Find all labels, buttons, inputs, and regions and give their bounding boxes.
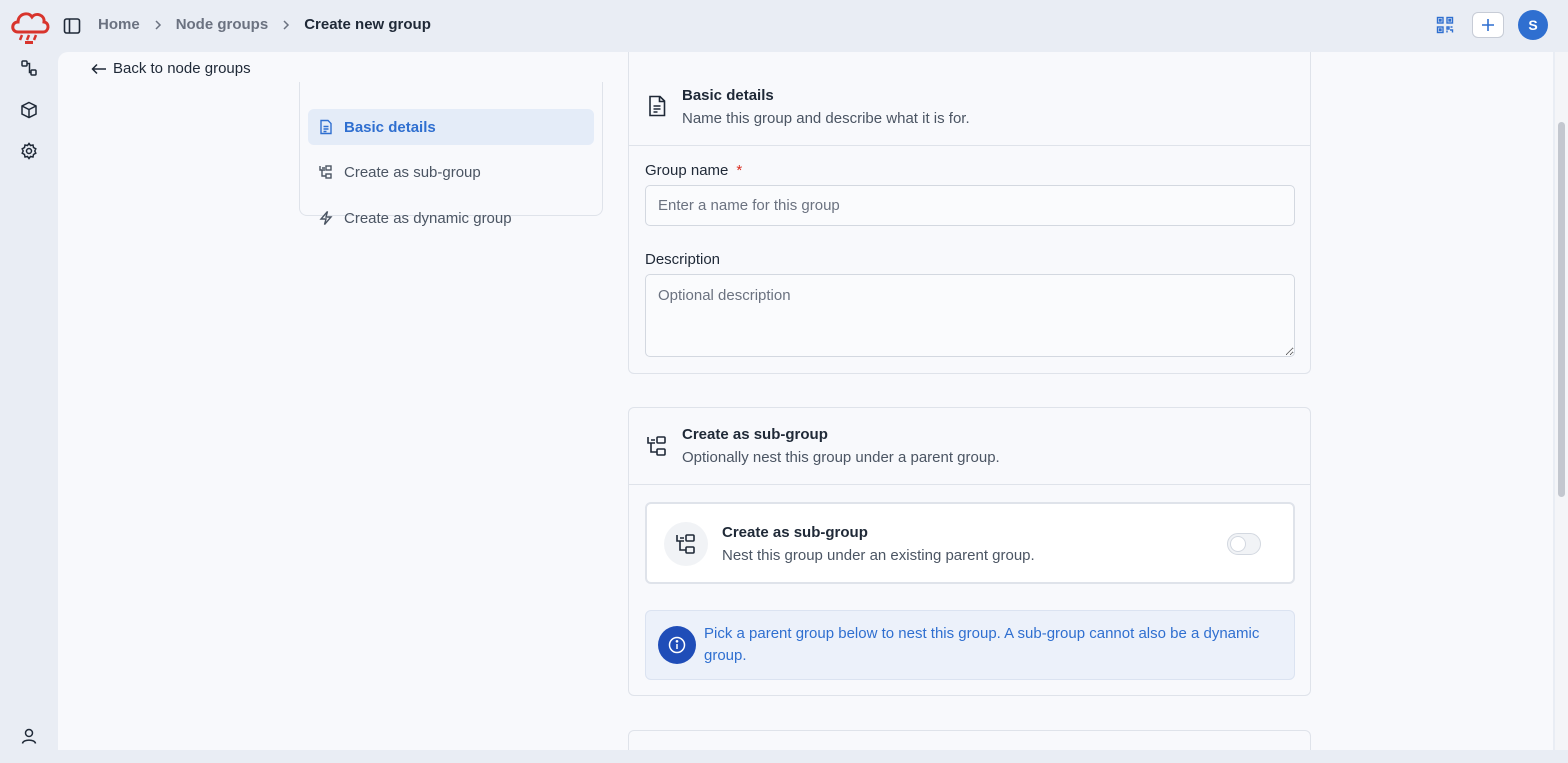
top-bar: Home Node groups Create new group S bbox=[0, 0, 1568, 52]
flows-icon[interactable] bbox=[19, 58, 39, 78]
hierarchy-icon bbox=[645, 434, 669, 458]
back-link-label: Back to node groups bbox=[113, 60, 251, 77]
basic-details-title: Basic details bbox=[682, 87, 774, 104]
section-nav-label: Basic details bbox=[344, 118, 436, 136]
breadcrumb: Home Node groups Create new group bbox=[98, 16, 431, 33]
dynamic-group-card bbox=[628, 730, 1311, 750]
breadcrumb-home[interactable]: Home bbox=[98, 16, 140, 33]
group-name-label: Group name * bbox=[645, 162, 742, 179]
required-mark: * bbox=[736, 162, 743, 179]
plus-icon bbox=[1482, 19, 1494, 31]
description-textarea[interactable] bbox=[645, 274, 1295, 357]
chevron-right-icon bbox=[140, 19, 176, 30]
node-red-cloud-logo[interactable] bbox=[8, 6, 50, 46]
info-callout: Pick a parent group below to nest this g… bbox=[645, 610, 1295, 680]
user-icon[interactable] bbox=[19, 726, 39, 746]
toggle-title: Create as sub-group bbox=[722, 524, 868, 541]
breadcrumb-current: Create new group bbox=[304, 16, 431, 33]
section-nav-label: Create as dynamic group bbox=[344, 209, 512, 227]
group-name-input[interactable] bbox=[645, 185, 1295, 226]
basic-details-header: Basic details Name this group and descri… bbox=[629, 52, 1310, 146]
sub-group-switch[interactable] bbox=[1227, 533, 1261, 555]
arrow-left-icon bbox=[91, 63, 106, 74]
hierarchy-icon bbox=[319, 165, 332, 179]
scrollbar-thumb[interactable] bbox=[1558, 122, 1565, 497]
add-button[interactable] bbox=[1472, 12, 1504, 38]
qr-code-icon[interactable] bbox=[1432, 12, 1458, 38]
sub-group-subtitle: Optionally nest this group under a paren… bbox=[682, 449, 1000, 466]
hierarchy-icon bbox=[664, 522, 708, 566]
section-nav-basic-details[interactable]: Basic details bbox=[308, 109, 594, 145]
sub-group-toggle-row[interactable]: Create as sub-group Nest this group unde… bbox=[645, 502, 1295, 584]
sub-group-title: Create as sub-group bbox=[682, 426, 828, 443]
sidebar-toggle-icon[interactable] bbox=[62, 16, 82, 36]
chevron-right-icon bbox=[268, 19, 304, 30]
section-nav-sub-group[interactable]: Create as sub-group bbox=[308, 154, 594, 190]
section-nav: Basic details Create as sub-group Create… bbox=[299, 82, 603, 227]
breadcrumb-node-groups[interactable]: Node groups bbox=[176, 16, 269, 33]
info-icon bbox=[658, 626, 696, 664]
info-text: Pick a parent group below to nest this g… bbox=[704, 625, 1260, 664]
group-name-label-text: Group name bbox=[645, 162, 729, 179]
section-nav-dynamic-group[interactable]: Create as dynamic group bbox=[308, 200, 594, 236]
gear-icon[interactable] bbox=[19, 141, 39, 161]
section-nav-label: Create as sub-group bbox=[344, 163, 481, 181]
toggle-subtitle: Nest this group under an existing parent… bbox=[722, 547, 1035, 564]
sub-group-header: Create as sub-group Optionally nest this… bbox=[629, 408, 1310, 485]
avatar[interactable]: S bbox=[1518, 10, 1548, 40]
main-content: Back to node groups Basic details Create… bbox=[58, 52, 1553, 750]
scrollbar[interactable] bbox=[1555, 52, 1568, 750]
sub-group-card: Create as sub-group Optionally nest this… bbox=[628, 407, 1311, 696]
switch-knob bbox=[1230, 536, 1246, 552]
top-actions: S bbox=[1432, 10, 1548, 40]
lightning-icon bbox=[319, 211, 333, 225]
package-icon[interactable] bbox=[19, 100, 39, 120]
basic-details-card: Basic details Name this group and descri… bbox=[628, 52, 1311, 374]
basic-details-subtitle: Name this group and describe what it is … bbox=[682, 110, 970, 127]
document-icon bbox=[645, 94, 669, 118]
document-icon bbox=[320, 119, 332, 135]
back-to-node-groups-link[interactable]: Back to node groups bbox=[91, 60, 251, 77]
description-label: Description bbox=[645, 251, 721, 268]
